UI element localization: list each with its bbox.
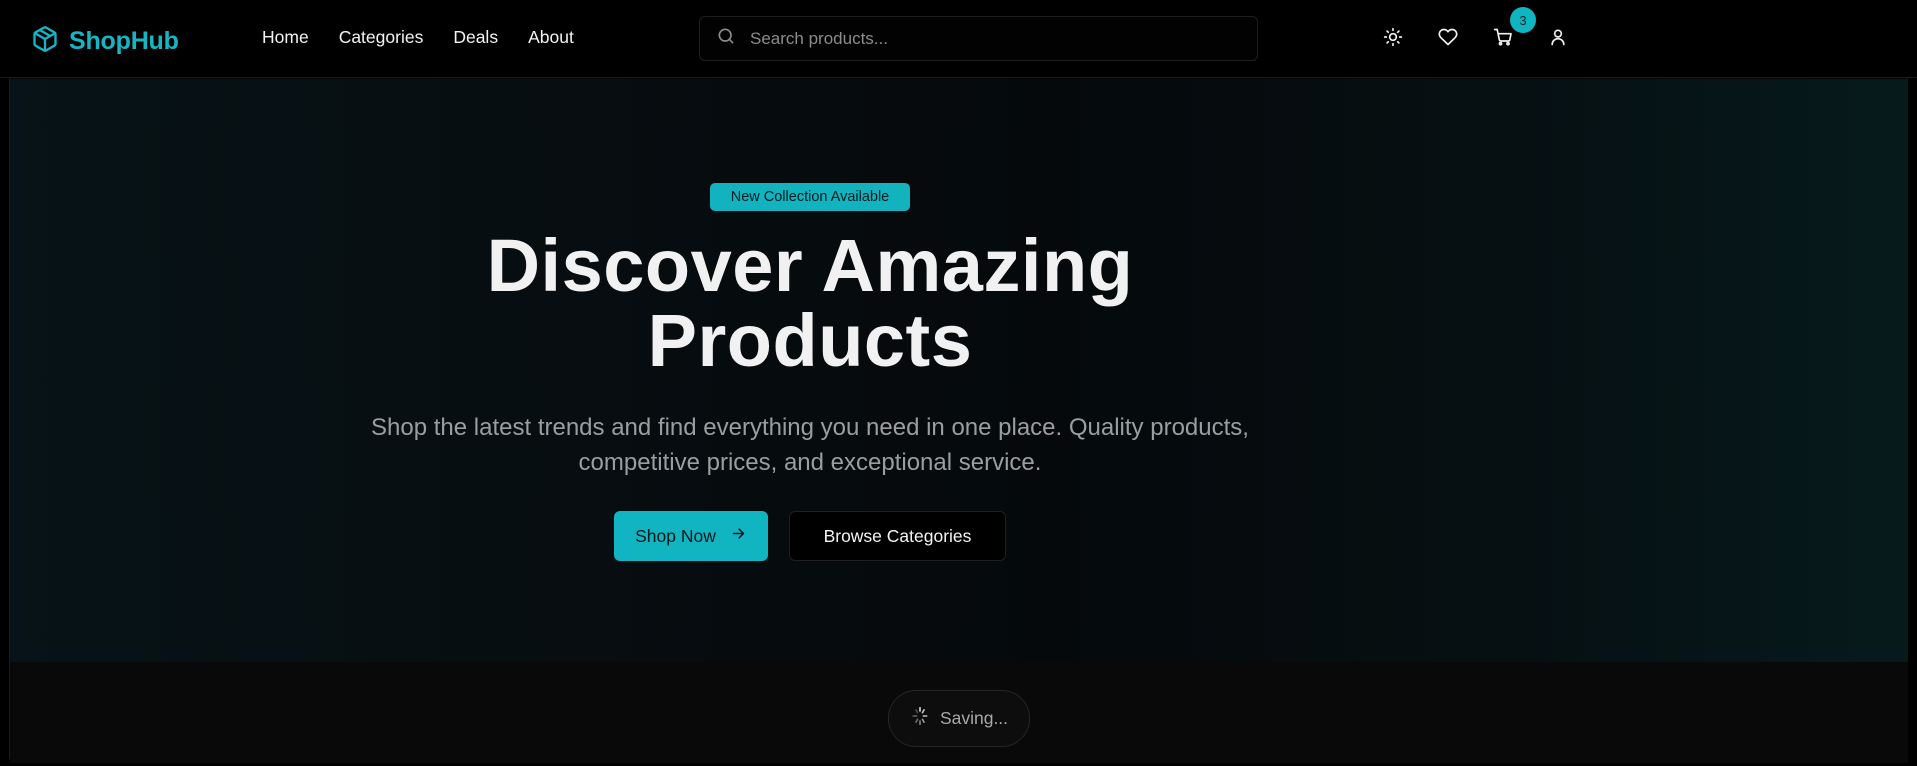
- saving-status-toast: Saving...: [888, 690, 1030, 747]
- package-icon: [31, 24, 59, 59]
- heart-icon: [1438, 27, 1458, 50]
- new-collection-badge: New Collection Available: [710, 183, 910, 211]
- cart-icon: [1493, 27, 1513, 50]
- user-icon: [1548, 27, 1568, 50]
- hero-title-line2: Products: [647, 299, 973, 382]
- brand-logo[interactable]: ShopHub: [31, 24, 179, 59]
- hero-subtitle: Shop the latest trends and find everythi…: [310, 410, 1310, 480]
- cart-count-badge: 3: [1510, 7, 1536, 33]
- cart-button[interactable]: [1491, 26, 1515, 50]
- shop-now-button[interactable]: Shop Now: [614, 511, 768, 561]
- search-icon: [716, 26, 736, 51]
- saving-label: Saving...: [939, 708, 1009, 728]
- browse-categories-button[interactable]: Browse Categories: [789, 511, 1006, 561]
- sun-icon: [1383, 27, 1403, 50]
- spinner-icon: [910, 706, 930, 731]
- nav-about-link[interactable]: About: [528, 27, 574, 48]
- account-button[interactable]: [1546, 26, 1570, 50]
- top-navbar: ShopHub Home Categories Deals About Sear…: [0, 0, 1917, 78]
- nav-home-link[interactable]: Home: [262, 27, 309, 48]
- hero-title: Discover Amazing Products: [0, 228, 1620, 378]
- nav-categories-link[interactable]: Categories: [339, 27, 424, 48]
- hero-subtitle-line2: competitive prices, and exceptional serv…: [578, 449, 1042, 476]
- main-nav: Home Categories Deals About: [262, 27, 574, 48]
- wishlist-button[interactable]: [1436, 26, 1460, 50]
- theme-toggle-button[interactable]: [1381, 26, 1405, 50]
- hero-subtitle-line1: Shop the latest trends and find everythi…: [371, 414, 1249, 441]
- shop-now-label: Shop Now: [635, 525, 716, 546]
- search-bar: [699, 16, 1258, 61]
- brand-name: ShopHub: [69, 27, 179, 55]
- hero-title-line1: Discover Amazing: [486, 224, 1134, 307]
- search-input[interactable]: [750, 28, 1230, 49]
- nav-deals-link[interactable]: Deals: [453, 27, 498, 48]
- arrow-right-icon: [730, 525, 747, 547]
